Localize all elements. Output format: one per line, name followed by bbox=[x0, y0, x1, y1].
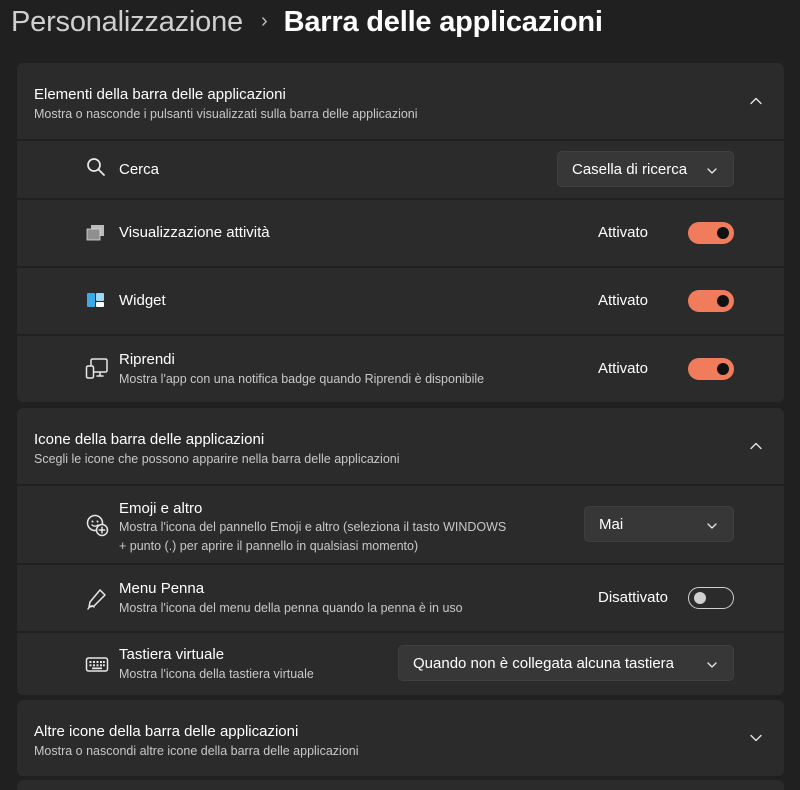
setting-title: Riprendi bbox=[119, 351, 175, 368]
toggle-state-label: Attivato bbox=[598, 292, 649, 309]
chevron-up-icon[interactable] bbox=[748, 93, 764, 109]
keyboard-icon bbox=[85, 652, 109, 674]
dropdown-value: Mai bbox=[599, 516, 624, 533]
setting-row-widgets: Widget Attivato bbox=[17, 268, 784, 334]
chevron-down-icon bbox=[706, 164, 718, 176]
widgets-icon bbox=[85, 290, 107, 312]
emoji-icon bbox=[85, 513, 109, 537]
section-subtitle: Mostra o nascondi altre icone della barr… bbox=[34, 744, 359, 758]
chevron-up-icon[interactable] bbox=[748, 438, 764, 454]
breadcrumb: Personalizzazione › Barra delle applicaz… bbox=[11, 0, 603, 44]
setting-description: Mostra l'app con una notifica badge quan… bbox=[119, 372, 485, 386]
task-view-icon bbox=[85, 222, 107, 244]
section-header-taskbar-icons[interactable]: Icone della barra delle applicazioni Sce… bbox=[17, 408, 784, 484]
setting-title: Emoji e altro bbox=[119, 500, 203, 517]
description-line-2: + punto (.) per aprire il pannello in qu… bbox=[119, 539, 419, 553]
touch-keyboard-dropdown[interactable]: Quando non è collegata alcuna tastiera bbox=[398, 645, 734, 681]
search-mode-dropdown[interactable]: Casella di ricerca bbox=[557, 151, 734, 187]
toggle-knob bbox=[694, 591, 706, 604]
section-title: Elementi della barra delle applicazioni bbox=[34, 86, 286, 103]
setting-description: Mostra l'icona del menu della penna quan… bbox=[119, 601, 463, 615]
toggle-state-label: Attivato bbox=[598, 224, 649, 241]
breadcrumb-parent[interactable]: Personalizzazione bbox=[11, 6, 243, 39]
setting-title: Widget bbox=[119, 292, 166, 309]
emoji-visibility-dropdown[interactable]: Mai bbox=[584, 506, 734, 542]
search-icon bbox=[85, 156, 107, 178]
description-line-1: Mostra l'icona del pannello Emoji e altr… bbox=[119, 520, 507, 534]
setting-row-emoji: Emoji e altro Mostra l'icona del pannell… bbox=[17, 486, 784, 563]
resume-toggle[interactable] bbox=[688, 358, 734, 380]
section-subtitle: Mostra o nasconde i pulsanti visualizzat… bbox=[34, 107, 418, 121]
page-title: Barra delle applicazioni bbox=[283, 5, 603, 38]
pen-menu-toggle[interactable] bbox=[688, 587, 734, 609]
chevron-down-icon[interactable] bbox=[748, 730, 764, 746]
setting-title: Visualizzazione attività bbox=[119, 224, 270, 241]
setting-description: Mostra l'icona del pannello Emoji e altr… bbox=[119, 518, 506, 556]
toggle-state-label: Disattivato bbox=[598, 589, 669, 606]
setting-description: Mostra l'icona della tastiera virtuale bbox=[119, 667, 314, 681]
toggle-state-label: Attivato bbox=[598, 360, 649, 377]
setting-title: Tastiera virtuale bbox=[119, 646, 225, 663]
setting-row-resume: Riprendi Mostra l'app con una notifica b… bbox=[17, 336, 784, 402]
pen-icon bbox=[85, 587, 107, 610]
toggle-knob bbox=[717, 295, 729, 307]
section-title: Icone della barra delle applicazioni bbox=[34, 431, 265, 448]
task-view-toggle[interactable] bbox=[688, 222, 734, 244]
toggle-knob bbox=[717, 227, 729, 239]
resume-icon bbox=[85, 357, 108, 379]
section-header-other-taskbar-icons[interactable]: Altre icone della barra delle applicazio… bbox=[17, 700, 784, 776]
section-header-taskbar-items[interactable]: Elementi della barra delle applicazioni … bbox=[17, 63, 784, 139]
setting-row-task-view: Visualizzazione attività Attivato bbox=[17, 200, 784, 266]
widgets-toggle[interactable] bbox=[688, 290, 734, 312]
section-title: Altre icone della barra delle applicazio… bbox=[34, 723, 299, 740]
section-subtitle: Scegli le icone che possono apparire nel… bbox=[34, 452, 400, 466]
setting-title: Cerca bbox=[119, 161, 160, 178]
setting-row-pen-menu: Menu Penna Mostra l'icona del menu della… bbox=[17, 565, 784, 631]
setting-row-search: Cerca Casella di ricerca bbox=[17, 141, 784, 198]
dropdown-value: Quando non è collegata alcuna tastiera bbox=[413, 655, 675, 672]
chevron-down-icon bbox=[706, 658, 718, 670]
toggle-knob bbox=[717, 363, 729, 375]
dropdown-value: Casella di ricerca bbox=[572, 161, 688, 178]
breadcrumb-separator: › bbox=[260, 9, 268, 32]
setting-row-touch-keyboard: Tastiera virtuale Mostra l'icona della t… bbox=[17, 633, 784, 695]
setting-title: Menu Penna bbox=[119, 580, 205, 597]
next-section-edge bbox=[17, 780, 784, 790]
chevron-down-icon bbox=[706, 519, 718, 531]
